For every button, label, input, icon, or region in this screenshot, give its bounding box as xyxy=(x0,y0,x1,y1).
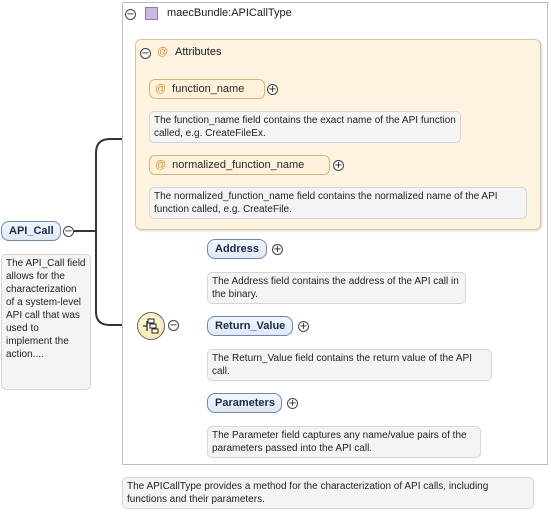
function-name-doc: The function_name field contains the exa… xyxy=(149,111,461,143)
attributes-header: Attributes xyxy=(175,46,222,58)
type-collapse-icon[interactable]: − xyxy=(125,9,136,20)
child-element-parameters[interactable]: Parameters xyxy=(207,393,282,413)
type-title: maecBundle:APICallType xyxy=(167,7,292,19)
attribute-function-name[interactable]: @ function_name xyxy=(149,79,265,99)
at-sign-icon: @ xyxy=(155,159,167,171)
child-element-return-value-label: Return_Value xyxy=(215,320,286,332)
return-value-expand-icon[interactable]: + xyxy=(298,321,309,332)
child-element-return-value[interactable]: Return_Value xyxy=(207,316,293,336)
root-element-doc: The API_Call field allows for the charac… xyxy=(1,254,91,390)
root-element-api-call[interactable]: API_Call xyxy=(1,221,61,241)
attributes-collapse-icon[interactable]: − xyxy=(140,48,151,59)
type-doc: The APICallType provides a method for th… xyxy=(122,477,534,509)
attributes-at-icon: @ xyxy=(157,46,169,58)
normalized-function-name-doc: The normalized_function_name field conta… xyxy=(149,187,527,219)
root-element-label: API_Call xyxy=(9,225,54,237)
return-value-doc: The Return_Value field contains the retu… xyxy=(207,349,492,381)
function-name-expand-icon[interactable]: + xyxy=(267,84,278,95)
attribute-normalized-function-name-label: normalized_function_name xyxy=(172,159,305,171)
parameters-doc: The Parameter field captures any name/va… xyxy=(207,426,481,458)
at-sign-icon: @ xyxy=(155,83,167,95)
child-element-address[interactable]: Address xyxy=(207,239,267,259)
child-element-address-label: Address xyxy=(215,243,260,255)
child-element-parameters-label: Parameters xyxy=(215,397,275,409)
complex-type-icon xyxy=(145,7,158,20)
parameters-expand-icon[interactable]: + xyxy=(287,398,298,409)
address-expand-icon[interactable]: + xyxy=(272,244,283,255)
address-doc: The Address field contains the address o… xyxy=(207,272,466,304)
normalized-function-name-expand-icon[interactable]: + xyxy=(333,160,344,171)
sequence-compositor-icon[interactable] xyxy=(137,312,165,340)
attribute-function-name-label: function_name xyxy=(172,83,245,95)
sequence-collapse-icon[interactable]: − xyxy=(168,320,179,331)
root-collapse-icon[interactable]: − xyxy=(63,226,74,237)
attribute-normalized-function-name[interactable]: @ normalized_function_name xyxy=(149,155,330,175)
